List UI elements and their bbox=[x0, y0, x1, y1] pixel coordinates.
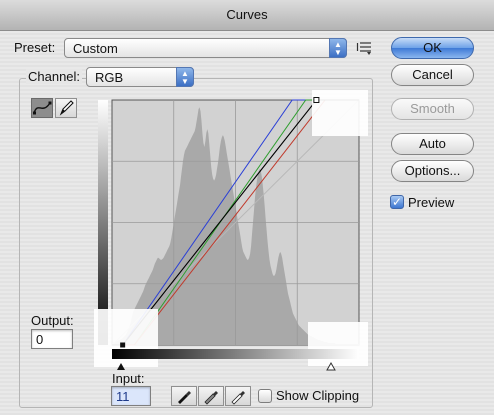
chevron-updown-icon: ▲ ▼ bbox=[329, 38, 347, 58]
gray-eyedropper-button[interactable] bbox=[198, 386, 224, 406]
white-eyedropper-button[interactable] bbox=[225, 386, 251, 406]
curve-icon bbox=[33, 101, 52, 115]
title-bar: Curves bbox=[0, 0, 494, 31]
preset-value: Custom bbox=[73, 41, 118, 56]
curves-group bbox=[19, 78, 373, 408]
show-clipping-checkbox[interactable] bbox=[258, 389, 272, 403]
eyedropper-gray-icon bbox=[204, 391, 218, 405]
preset-dropdown[interactable]: Custom ▲ ▼ bbox=[64, 38, 347, 58]
eyedropper-black-icon bbox=[178, 391, 191, 404]
curve-tool-button[interactable] bbox=[31, 98, 53, 118]
channel-value: RGB bbox=[95, 70, 124, 85]
preview-checkbox[interactable]: ✓ bbox=[390, 195, 404, 209]
pencil-tool-button[interactable] bbox=[55, 98, 77, 118]
window-title: Curves bbox=[226, 7, 268, 22]
channel-label: Channel: bbox=[26, 69, 83, 84]
preset-options-icon[interactable] bbox=[356, 40, 374, 56]
channel-dropdown[interactable]: RGB ▲ ▼ bbox=[86, 67, 194, 87]
smooth-button[interactable]: Smooth bbox=[391, 98, 474, 120]
pencil-icon bbox=[59, 100, 74, 116]
options-button[interactable]: Options... bbox=[391, 160, 474, 182]
black-eyedropper-button[interactable] bbox=[171, 386, 197, 406]
auto-button[interactable]: Auto bbox=[391, 133, 474, 155]
preset-label: Preset: bbox=[14, 40, 56, 55]
eyedropper-white-icon bbox=[231, 391, 245, 405]
output-label: Output: bbox=[31, 313, 74, 328]
show-clipping-label: Show Clipping bbox=[276, 388, 360, 403]
preview-label: Preview bbox=[408, 195, 455, 210]
ok-button[interactable]: OK bbox=[391, 37, 474, 59]
input-label: Input: bbox=[112, 371, 145, 386]
output-field[interactable]: 0 bbox=[31, 329, 73, 349]
cancel-button[interactable]: Cancel bbox=[391, 64, 474, 86]
chevron-updown-icon: ▲ ▼ bbox=[176, 67, 194, 87]
input-field[interactable]: 11 bbox=[111, 386, 151, 406]
